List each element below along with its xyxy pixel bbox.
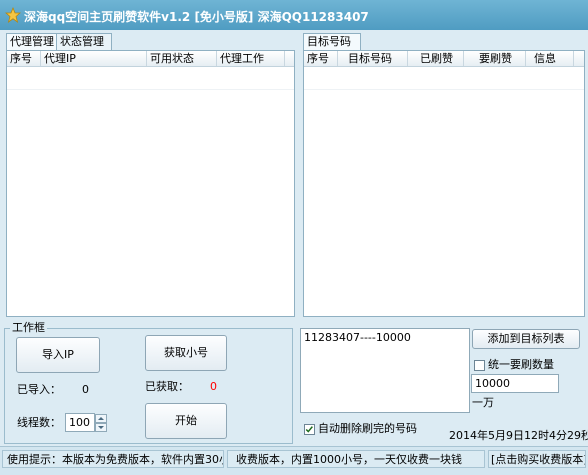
target-col-number[interactable]: 目标号码 <box>338 51 408 66</box>
tab-status-management[interactable]: 状态管理 <box>56 33 112 50</box>
add-to-target-button[interactable]: 添加到目标列表 <box>472 329 580 349</box>
main-window: 代理管理 状态管理 序号 代理IP 可用状态 代理工作 目标号码 序号 目标号码… <box>0 30 588 475</box>
status-bar: 使用提示：本版本为免费版本，软件内置30小号 收费版本，内置1000小号，一天仅… <box>0 446 588 475</box>
get-account-button-label: 获取小号 <box>164 346 208 359</box>
proxy-list[interactable]: 序号 代理IP 可用状态 代理工作 <box>6 50 295 317</box>
uniform-count-label[interactable]: 统一要刷数量 <box>488 358 554 372</box>
fetched-label: 已获取： <box>145 380 189 393</box>
proxy-col-ip[interactable]: 代理IP <box>41 51 147 66</box>
target-list[interactable]: 序号 目标号码 已刷赞 要刷赞 信息 <box>303 50 585 317</box>
import-ip-button-label: 导入IP <box>42 348 74 361</box>
start-button-label: 开始 <box>175 414 197 427</box>
status-paid-info: 收费版本，内置1000小号，一天仅收费一块钱 <box>227 450 485 468</box>
auto-delete-label[interactable]: 自动删除刷完的号码 <box>318 422 417 436</box>
target-col-index[interactable]: 序号 <box>304 51 338 66</box>
target-list-header: 序号 目标号码 已刷赞 要刷赞 信息 <box>304 51 584 67</box>
target-col-liked[interactable]: 已刷赞 <box>408 51 464 66</box>
proxy-col-availability[interactable]: 可用状态 <box>147 51 217 66</box>
tab-target-numbers[interactable]: 目标号码 <box>303 33 361 51</box>
target-row-line <box>304 89 584 90</box>
tab-target-numbers-label: 目标号码 <box>307 35 351 48</box>
window-title: 深海qq空间主页刷赞软件v1.2 [免小号版] 深海QQ11283407 <box>24 10 369 24</box>
proxy-list-header: 序号 代理IP 可用状态 代理工作 <box>7 51 294 67</box>
start-button[interactable]: 开始 <box>145 403 227 439</box>
left-tabstrip: 代理管理 状态管理 <box>6 33 298 51</box>
title-bar: 深海qq空间主页刷赞软件v1.2 [免小号版] 深海QQ11283407 <box>0 0 588 30</box>
work-frame-title: 工作框 <box>10 321 47 334</box>
proxy-col-index[interactable]: 序号 <box>7 51 41 66</box>
imported-label: 已导入： <box>17 383 61 396</box>
datetime-display: 2014年5月9日12时4分29秒 <box>449 429 588 442</box>
right-tabstrip: 目标号码 <box>303 33 583 51</box>
threads-input[interactable] <box>65 413 95 432</box>
uniform-count-hint: 一万 <box>472 396 494 409</box>
status-usage-tip: 使用提示：本版本为免费版本，软件内置30小号 <box>2 450 224 468</box>
threads-label: 线程数： <box>17 416 61 429</box>
import-ip-button[interactable]: 导入IP <box>16 337 100 373</box>
uniform-count-input[interactable] <box>471 374 559 393</box>
add-to-target-button-label: 添加到目标列表 <box>487 332 565 345</box>
proxy-row-line <box>7 89 294 90</box>
app-logo-icon <box>5 7 21 23</box>
uniform-count-checkbox[interactable] <box>474 360 485 371</box>
tab-status-management-label: 状态管理 <box>60 35 104 48</box>
target-input-area[interactable]: 11283407----10000 <box>300 328 470 413</box>
threads-spinner[interactable] <box>95 414 107 432</box>
proxy-col-work[interactable]: 代理工作 <box>217 51 285 66</box>
tab-proxy-management[interactable]: 代理管理 <box>6 33 60 51</box>
target-col-to-like[interactable]: 要刷赞 <box>464 51 526 66</box>
target-col-info[interactable]: 信息 <box>526 51 574 66</box>
buy-paid-version-link[interactable]: [点击购买收费版本] <box>488 450 586 468</box>
tab-proxy-management-label: 代理管理 <box>10 35 54 48</box>
imported-count: 0 <box>82 383 89 396</box>
fetched-count: 0 <box>210 380 217 393</box>
checkmark-icon <box>305 426 313 433</box>
get-account-button[interactable]: 获取小号 <box>145 335 227 371</box>
auto-delete-checkbox[interactable] <box>304 424 315 435</box>
